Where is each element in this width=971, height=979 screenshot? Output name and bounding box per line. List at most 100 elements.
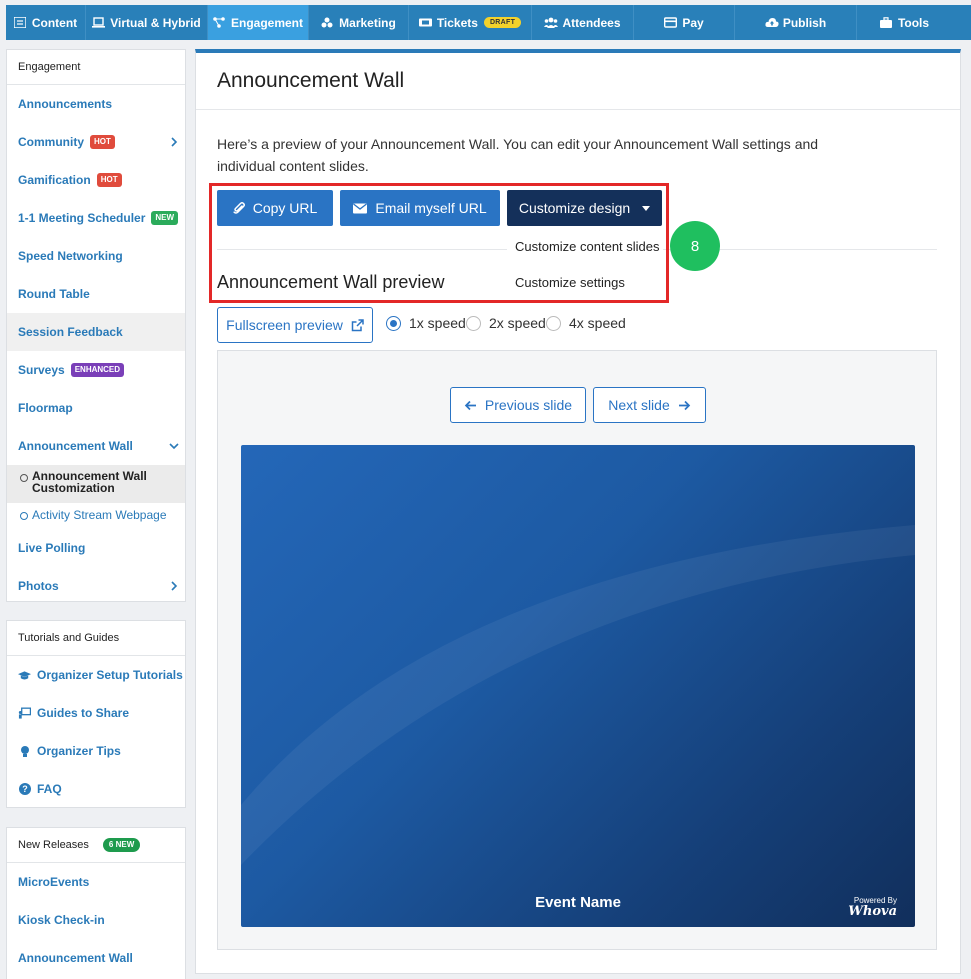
nav-tools[interactable]: Tools — [857, 5, 952, 40]
hot-badge: HOT — [96, 173, 122, 187]
sidebar-item-announcements[interactable]: Announcements — [7, 85, 185, 123]
sidebar-tutorials-header: Tutorials and Guides — [7, 621, 185, 656]
sidebar-item-surveys[interactable]: Surveys ENHANCED — [7, 351, 185, 389]
presentation-icon — [18, 707, 31, 720]
nav-publish-label: Publish — [782, 15, 827, 30]
sidebar-item-label: Guides to Share — [37, 706, 130, 720]
sidebar-item-microevents[interactable]: MicroEvents — [7, 863, 185, 901]
nav-content-label: Content — [31, 15, 78, 30]
sidebar-item-label: Live Polling — [18, 541, 86, 555]
sidebar-item-photos[interactable]: Photos — [7, 567, 185, 605]
sidebar-subitem-wall-customization[interactable]: Announcement Wall Customization — [7, 465, 185, 503]
sidebar-item-label: Announcement Wall — [18, 439, 133, 453]
nav-publish[interactable]: Publish — [735, 5, 857, 40]
nav-marketing[interactable]: Marketing — [309, 5, 409, 40]
sidebar-item-organizer-tips[interactable]: Organizer Tips — [7, 732, 185, 770]
step-number-badge: 8 — [670, 221, 720, 271]
bullet-circle-icon — [20, 474, 28, 482]
next-slide-button[interactable]: Next slide — [593, 387, 706, 423]
external-link-icon — [351, 318, 364, 331]
whova-logo: Whova — [848, 904, 897, 919]
nav-virtual-hybrid[interactable]: Virtual & Hybrid — [86, 5, 208, 40]
sidebar-item-label: Organizer Tips — [37, 744, 121, 758]
sidebar-item-floormap[interactable]: Floormap — [7, 389, 185, 427]
nav-attendees[interactable]: Attendees — [532, 5, 634, 40]
title-divider — [196, 109, 960, 110]
svg-text:?: ? — [22, 784, 28, 794]
slide-event-name: Event Name — [535, 894, 621, 911]
nav-content[interactable]: Content — [6, 5, 86, 40]
draft-badge: DRAFT — [483, 17, 522, 28]
sidebar-item-label: Kiosk Check-in — [18, 913, 105, 927]
page-title: Announcement Wall — [217, 69, 405, 92]
sidebar-item-announcement-wall[interactable]: Announcement Wall — [7, 427, 185, 465]
nav-tickets-label: Tickets — [436, 15, 478, 30]
sidebar-subitem-activity-stream[interactable]: Activity Stream Webpage — [7, 503, 185, 529]
sidebar-item-live-polling[interactable]: Live Polling — [7, 529, 185, 567]
announcement-slide-preview: Event Name Powered By Whova — [241, 445, 915, 927]
sidebar-item-label: Photos — [18, 579, 59, 593]
nav-tickets[interactable]: Tickets DRAFT — [409, 5, 532, 40]
sidebar-item-speed-networking[interactable]: Speed Networking — [7, 237, 185, 275]
nav-pay-label: Pay — [682, 15, 704, 30]
sidebar-item-session-feedback[interactable]: Session Feedback — [7, 313, 185, 351]
nav-engagement[interactable]: Engagement — [208, 5, 309, 40]
top-navigation: Content Virtual & Hybrid Engagement Mark… — [6, 5, 971, 40]
nav-attendees-label: Attendees — [562, 15, 621, 30]
arrow-right-icon — [678, 400, 690, 410]
sidebar-item-label: FAQ — [37, 782, 62, 796]
share-icon — [321, 17, 333, 28]
sidebar-item-guides-to-share[interactable]: Guides to Share — [7, 694, 185, 732]
sidebar-item-setup-tutorials[interactable]: Organizer Setup Tutorials — [7, 656, 185, 694]
speed-label: 2x speed — [489, 315, 546, 331]
lightbulb-icon — [18, 745, 31, 758]
sidebar-item-meeting-scheduler[interactable]: 1-1 Meeting Scheduler NEW — [7, 199, 185, 237]
fullscreen-preview-button[interactable]: Fullscreen preview — [217, 307, 373, 343]
list-icon — [13, 16, 27, 29]
sidebar-item-gamification[interactable]: Gamification HOT — [7, 161, 185, 199]
sidebar-releases-header: New Releases 6 NEW — [7, 828, 185, 863]
fullscreen-preview-label: Fullscreen preview — [226, 317, 343, 333]
laptop-icon — [92, 17, 106, 28]
sidebar-item-label: MicroEvents — [18, 875, 90, 889]
cloud-upload-icon — [765, 17, 779, 28]
sidebar-releases-panel: New Releases 6 NEW MicroEvents Kiosk Che… — [6, 827, 186, 979]
network-icon — [213, 17, 225, 28]
previous-slide-label: Previous slide — [484, 397, 573, 413]
previous-slide-button[interactable]: Previous slide — [450, 387, 586, 423]
intro-text: Here’s a preview of your Announcement Wa… — [217, 136, 819, 174]
chevron-down-icon — [169, 443, 179, 450]
sidebar-item-label: 1-1 Meeting Scheduler — [18, 211, 146, 225]
sidebar-subitem-label: Announcement Wall Customization — [32, 469, 147, 495]
graduation-cap-icon — [18, 669, 31, 682]
speed-label: 1x speed — [409, 315, 466, 331]
releases-header-label: New Releases — [18, 839, 89, 851]
sidebar-item-label: Surveys — [18, 363, 65, 377]
speed-option-2x[interactable]: 2x speed — [466, 315, 546, 331]
sidebar-item-label: Announcement Wall — [18, 951, 133, 965]
card-icon — [664, 17, 678, 28]
new-count-badge: 6 NEW — [102, 838, 141, 852]
preview-container: Previous slide Next slide Event Name Pow… — [217, 350, 937, 950]
radio-button[interactable] — [466, 315, 481, 331]
main-content: Announcement Wall Here’s a preview of yo… — [195, 49, 961, 974]
sidebar-tutorials-panel: Tutorials and Guides Organizer Setup Tut… — [6, 620, 186, 808]
speed-option-1x[interactable]: 1x speed — [386, 315, 466, 331]
sidebar-engagement-header: Engagement — [7, 50, 185, 85]
sidebar-item-kiosk-checkin[interactable]: Kiosk Check-in — [7, 901, 185, 939]
sidebar-item-round-table[interactable]: Round Table — [7, 275, 185, 313]
speed-label: 4x speed — [569, 315, 626, 331]
hot-badge: HOT — [90, 135, 115, 149]
sidebar-item-faq[interactable]: ? FAQ — [7, 770, 185, 808]
sidebar-item-release-announcement-wall[interactable]: Announcement Wall — [7, 939, 185, 977]
radio-button[interactable] — [546, 315, 561, 331]
sidebar-item-label: Session Feedback — [18, 325, 123, 339]
speed-option-4x[interactable]: 4x speed — [546, 315, 626, 331]
nav-tools-label: Tools — [897, 15, 930, 30]
radio-button-selected[interactable] — [386, 315, 401, 331]
nav-pay[interactable]: Pay — [634, 5, 735, 40]
sidebar-item-community[interactable]: Community HOT — [7, 123, 185, 161]
sidebar-engagement-panel: Engagement Announcements Community HOT G… — [6, 49, 186, 602]
new-badge: NEW — [151, 211, 179, 225]
question-circle-icon: ? — [18, 783, 31, 796]
